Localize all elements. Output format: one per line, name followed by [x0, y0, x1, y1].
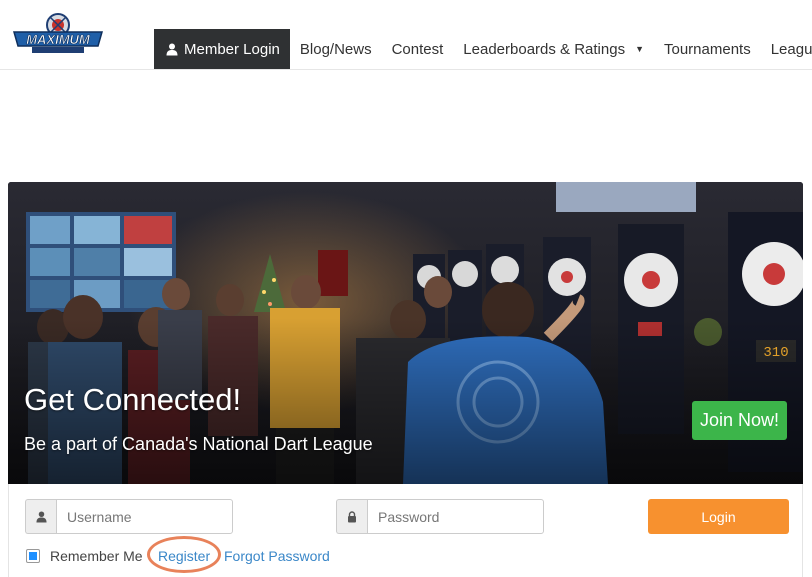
username-input[interactable] [56, 499, 233, 534]
nav-tournaments[interactable]: Tournaments [654, 29, 761, 69]
nav-label: Member Login [184, 40, 280, 58]
main-nav: Member Login Blog/News Contest Leaderboa… [154, 29, 812, 69]
nav-member-login[interactable]: Member Login [154, 29, 290, 69]
hero-title: Get Connected! [24, 382, 242, 417]
join-now-button[interactable]: Join Now! [692, 401, 787, 440]
user-icon [25, 499, 56, 534]
login-form: Login Remember Me Register Forgot Passwo… [8, 484, 803, 577]
remember-me-label: Remember Me [50, 548, 143, 564]
nav-label: Blog/News [299, 40, 372, 58]
nav-leagues[interactable]: Leagues [761, 29, 812, 69]
nav-label: Tournaments [664, 40, 751, 58]
nav-label: Contest [391, 40, 444, 58]
username-group [25, 499, 233, 534]
caret-down-icon: ▼ [635, 44, 644, 54]
nav-label: Leaderboards & Ratings [463, 40, 626, 58]
remember-me-checkbox[interactable] [26, 549, 40, 563]
login-button[interactable]: Login [648, 499, 789, 534]
register-link[interactable]: Register [158, 548, 210, 564]
password-input[interactable] [367, 499, 544, 534]
lock-icon [336, 499, 367, 534]
hero-banner: 310 Get Connected! Be a part of Canada's… [8, 182, 803, 484]
nav-label: Leagues [770, 40, 812, 58]
nav-leaderboards-ratings[interactable]: Leaderboards & Ratings ▼ [453, 29, 654, 69]
user-icon [166, 43, 178, 55]
site-logo[interactable]: MAXIMUM [10, 10, 106, 56]
maximum-darts-logo-icon: MAXIMUM [13, 13, 103, 53]
forgot-password-link[interactable]: Forgot Password [224, 548, 330, 564]
remember-me: Remember Me [26, 548, 143, 564]
password-group [336, 499, 544, 534]
nav-blog-news[interactable]: Blog/News [290, 29, 382, 69]
hero-subtitle: Be a part of Canada's National Dart Leag… [24, 434, 373, 454]
top-navbar: MAXIMUM Member Login Blog/News Contest L… [0, 0, 812, 70]
nav-contest[interactable]: Contest [382, 29, 454, 69]
svg-text:MAXIMUM: MAXIMUM [26, 32, 91, 47]
